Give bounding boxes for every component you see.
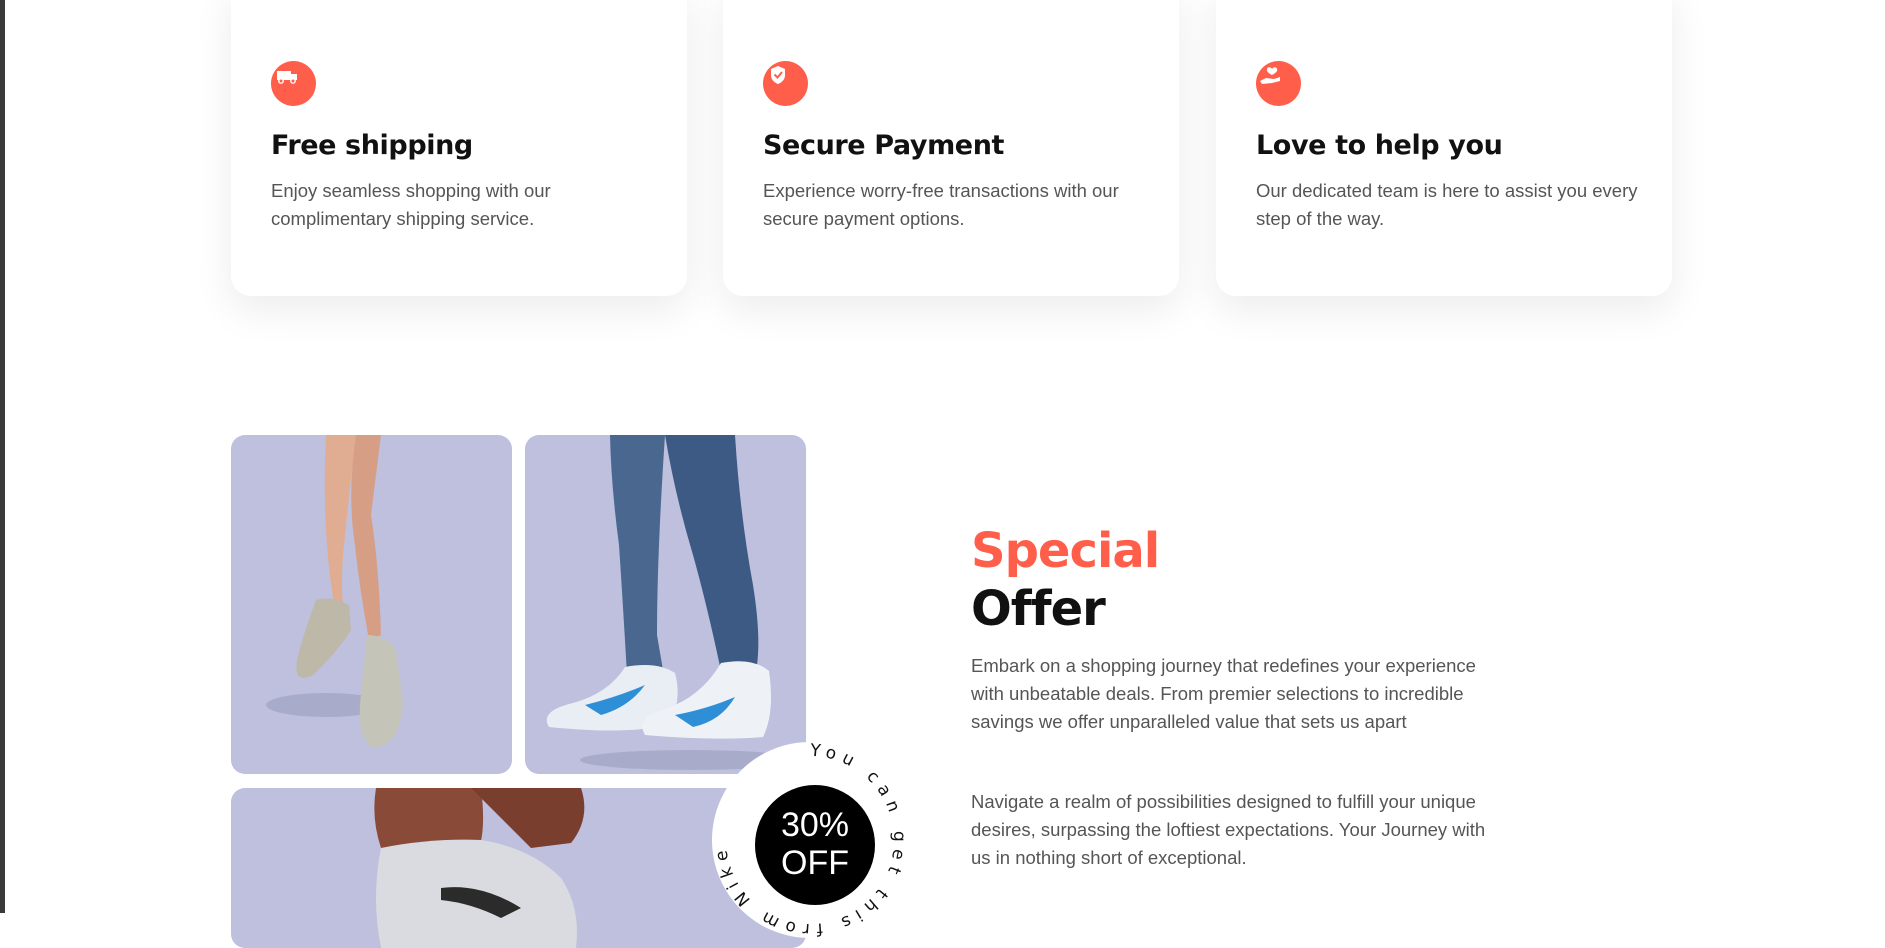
feature-title: Secure Payment <box>763 130 1005 161</box>
feature-card-help: Love to help you Our dedicated team is h… <box>1216 0 1672 296</box>
discount-off-label: OFF <box>781 844 849 882</box>
feature-card-secure-payment: Secure Payment Experience worry-free tra… <box>723 0 1179 296</box>
heading-word: Offer <box>971 581 1106 637</box>
offer-paragraph-1: Embark on a shopping journey that redefi… <box>971 655 1476 732</box>
feature-card-free-shipping: Free shipping Enjoy seamless shopping wi… <box>231 0 687 296</box>
shield-check-icon <box>763 61 808 106</box>
discount-badge: 30% OFF <box>755 785 875 905</box>
special-offer-heading: Special Offer <box>971 522 1160 638</box>
offer-paragraph-2: Navigate a realm of possibilities design… <box>971 791 1486 868</box>
photo-legs-white-sneakers <box>231 435 512 774</box>
feature-description: Enjoy seamless shopping with our complim… <box>271 180 551 229</box>
feature-title: Free shipping <box>271 130 473 161</box>
discount-percent: 30% <box>780 806 850 844</box>
heading-accent-word: Special <box>971 523 1160 579</box>
truck-icon <box>271 61 316 106</box>
feature-description: Our dedicated team is here to assist you… <box>1256 180 1638 229</box>
window-edge <box>0 0 5 913</box>
photo-jeans-blue-sneakers <box>525 435 806 774</box>
feature-title: Love to help you <box>1256 130 1503 161</box>
hand-heart-icon <box>1256 61 1301 106</box>
feature-description: Experience worry-free transactions with … <box>763 180 1119 229</box>
